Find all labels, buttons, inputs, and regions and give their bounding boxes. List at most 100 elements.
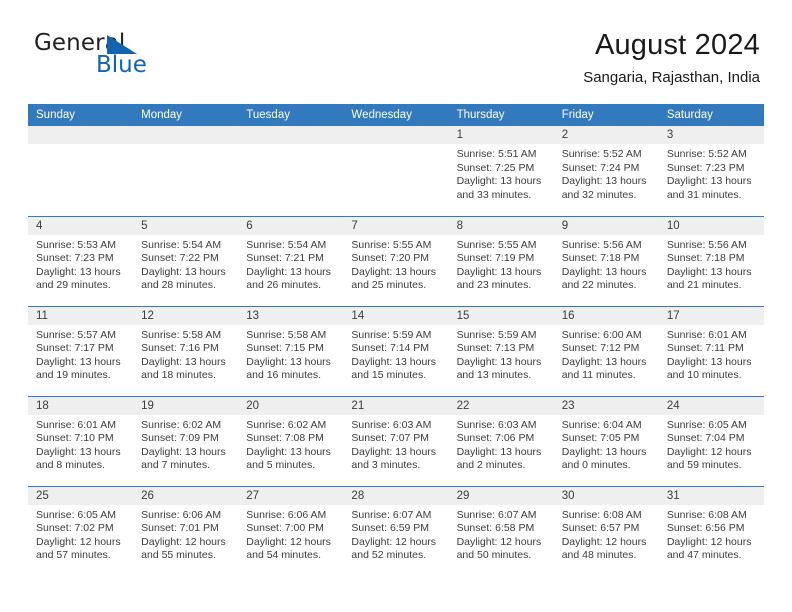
daylight-text-line2: and 55 minutes. (141, 549, 216, 562)
sunrise-text: Sunrise: 5:59 AM (456, 328, 537, 341)
weekday-header-sunday: Sunday (28, 104, 134, 126)
sunset-text: Sunset: 7:25 PM (456, 161, 535, 174)
day-number (133, 126, 239, 144)
day-number: 25 (28, 486, 134, 505)
calendar-day-cell[interactable]: 7 Sunrise: 5:55 AM Sunset: 7:20 PM Daylight… (343, 215, 449, 306)
calendar-day-cell[interactable]: 2 Sunrise: 5:52 AM Sunset: 7:24 PM Daylight… (553, 126, 659, 216)
day-number: 9 (553, 216, 659, 235)
day-details: Sunrise: 6:04 AM Sunset: 7:05 PM Daylight:… (554, 415, 659, 473)
daylight-text-line2: and 3 minutes. (351, 459, 421, 472)
calendar-day-cell[interactable]: 1 Sunrise: 5:51 AM Sunset: 7:25 PM Daylight… (448, 126, 554, 216)
day-number: 22 (448, 396, 554, 415)
daylight-text-line1: Daylight: 13 hours (561, 175, 647, 188)
daylight-text-line1: Daylight: 13 hours (456, 265, 542, 278)
calendar-day-cell[interactable]: 24 Sunrise: 6:05 AM Sunset: 7:04 PM Dayligh… (658, 395, 764, 486)
day-details: Sunrise: 5:52 AM Sunset: 7:24 PM Daylight:… (554, 144, 659, 202)
day-number: 21 (343, 396, 449, 415)
daylight-text-line2: and 10 minutes. (666, 369, 742, 382)
day-number: 1 (448, 126, 554, 144)
daylight-text-line2: and 5 minutes. (246, 459, 316, 472)
sunset-text: Sunset: 7:07 PM (351, 432, 430, 445)
calendar-day-cell[interactable]: 4 Sunrise: 5:53 AM Sunset: 7:23 PM Daylight… (28, 215, 134, 306)
calendar-day-cell[interactable]: 31 Sunrise: 6:08 AM Sunset: 6:56 PM Dayligh… (658, 485, 764, 576)
day-details: Sunrise: 6:05 AM Sunset: 7:02 PM Daylight:… (28, 505, 133, 563)
sunrise-text: Sunrise: 5:58 AM (246, 328, 327, 341)
calendar-day-cell[interactable]: 17 Sunrise: 6:01 AM Sunset: 7:11 PM Dayligh… (658, 305, 764, 396)
day-details: Sunrise: 5:58 AM Sunset: 7:16 PM Daylight:… (133, 325, 238, 383)
weekday-header-monday: Monday (133, 104, 239, 126)
sunrise-text: Sunrise: 5:56 AM (561, 238, 642, 251)
calendar-day-cell[interactable]: 3 Sunrise: 5:52 AM Sunset: 7:23 PM Daylight… (658, 126, 764, 216)
day-number: 30 (553, 486, 659, 505)
calendar-day-cell[interactable]: 16 Sunrise: 6:00 AM Sunset: 7:12 PM Dayligh… (553, 305, 659, 396)
day-details: Sunrise: 6:06 AM Sunset: 7:01 PM Daylight:… (133, 505, 238, 563)
sunset-text: Sunset: 7:21 PM (246, 252, 324, 265)
calendar-day-cell[interactable]: 27 Sunrise: 6:06 AM Sunset: 7:00 PM Dayligh… (238, 485, 344, 576)
calendar-day-cell[interactable]: 14 Sunrise: 5:59 AM Sunset: 7:14 PM Dayligh… (343, 305, 449, 396)
day-number: 23 (553, 396, 659, 415)
sunset-text: Sunset: 7:04 PM (666, 432, 745, 445)
calendar-day-cell[interactable]: 25 Sunrise: 6:05 AM Sunset: 7:02 PM Dayligh… (28, 485, 134, 576)
daylight-text-line2: and 26 minutes. (246, 279, 321, 292)
day-details: Sunrise: 5:52 AM Sunset: 7:23 PM Daylight:… (659, 144, 764, 202)
weekday-header-saturday: Saturday (658, 104, 764, 126)
sunset-text: Sunset: 7:10 PM (36, 432, 114, 445)
sunset-text: Sunset: 7:06 PM (456, 432, 535, 445)
calendar-day-cell[interactable]: 6 Sunrise: 5:54 AM Sunset: 7:21 PM Daylight… (238, 215, 344, 306)
daylight-text-line1: Daylight: 13 hours (246, 355, 331, 368)
sunrise-text: Sunrise: 6:05 AM (36, 508, 116, 521)
day-number: 7 (343, 216, 449, 235)
sunrise-text: Sunrise: 6:03 AM (351, 418, 432, 431)
calendar-day-cell[interactable]: 5 Sunrise: 5:54 AM Sunset: 7:22 PM Daylight… (133, 215, 239, 306)
sunrise-text: Sunrise: 5:56 AM (666, 238, 747, 251)
calendar-day-cell[interactable]: 21 Sunrise: 6:03 AM Sunset: 7:07 PM Dayligh… (343, 395, 449, 486)
daylight-text-line1: Daylight: 13 hours (666, 355, 752, 368)
sunrise-text: Sunrise: 6:02 AM (246, 418, 327, 431)
sunrise-text: Sunrise: 6:07 AM (456, 508, 537, 521)
calendar-day-cell[interactable]: 12 Sunrise: 5:58 AM Sunset: 7:16 PM Dayligh… (133, 305, 239, 396)
daylight-text-line2: and 22 minutes. (561, 279, 637, 292)
brand-logo[interactable]: General Blue (34, 30, 214, 84)
calendar-day-cell[interactable]: 15 Sunrise: 5:59 AM Sunset: 7:13 PM Dayligh… (448, 305, 554, 396)
calendar-day-cell[interactable]: 23 Sunrise: 6:04 AM Sunset: 7:05 PM Dayligh… (553, 395, 659, 486)
calendar-day-cell[interactable]: 20 Sunrise: 6:02 AM Sunset: 7:08 PM Dayligh… (238, 395, 344, 486)
day-number: 5 (133, 216, 239, 235)
calendar-week-row: 18 Sunrise: 6:01 AM Sunset: 7:10 PM Dayligh… (28, 395, 764, 486)
day-details: Sunrise: 6:07 AM Sunset: 6:58 PM Daylight:… (449, 505, 554, 563)
sunrise-text: Sunrise: 6:07 AM (351, 508, 432, 521)
weekday-header-thursday: Thursday (448, 104, 554, 126)
calendar-day-cell[interactable]: 11 Sunrise: 5:57 AM Sunset: 7:17 PM Dayligh… (28, 305, 134, 396)
calendar-day-cell[interactable]: 22 Sunrise: 6:03 AM Sunset: 7:06 PM Dayligh… (448, 395, 554, 486)
day-number: 28 (343, 486, 449, 505)
calendar-day-cell[interactable]: 19 Sunrise: 6:02 AM Sunset: 7:09 PM Dayligh… (133, 395, 239, 486)
day-details: Sunrise: 5:55 AM Sunset: 7:19 PM Daylight:… (449, 235, 554, 293)
sunrise-text: Sunrise: 6:06 AM (141, 508, 222, 521)
calendar-day-cell[interactable]: 9 Sunrise: 5:56 AM Sunset: 7:18 PM Daylight… (553, 215, 659, 306)
daylight-text-line2: and 11 minutes. (561, 369, 636, 382)
day-number: 8 (448, 216, 554, 235)
day-details: Sunrise: 6:05 AM Sunset: 7:04 PM Daylight:… (659, 415, 764, 473)
sunrise-text: Sunrise: 5:51 AM (456, 148, 537, 160)
calendar-day-cell[interactable]: 28 Sunrise: 6:07 AM Sunset: 6:59 PM Dayligh… (343, 485, 449, 576)
day-number (238, 126, 344, 144)
sunset-text: Sunset: 7:22 PM (141, 252, 219, 265)
calendar-day-cell[interactable]: 30 Sunrise: 6:08 AM Sunset: 6:57 PM Dayligh… (553, 485, 659, 576)
sunrise-text: Sunrise: 6:04 AM (561, 418, 642, 431)
day-number: 11 (28, 306, 134, 325)
day-number: 3 (658, 126, 764, 144)
title-block: August 2024 Sangaria, Rajasthan, India (583, 26, 760, 89)
sunset-text: Sunset: 7:09 PM (141, 432, 219, 445)
sunrise-text: Sunrise: 6:06 AM (246, 508, 327, 521)
calendar-day-cell[interactable]: 13 Sunrise: 5:58 AM Sunset: 7:15 PM Dayligh… (238, 305, 344, 396)
calendar-day-cell[interactable]: 10 Sunrise: 5:56 AM Sunset: 7:18 PM Dayligh… (658, 215, 764, 306)
calendar-day-cell[interactable]: 29 Sunrise: 6:07 AM Sunset: 6:58 PM Dayligh… (448, 485, 554, 576)
sunset-text: Sunset: 7:16 PM (141, 342, 219, 355)
calendar-day-cell[interactable]: 18 Sunrise: 6:01 AM Sunset: 7:10 PM Dayligh… (28, 395, 134, 486)
day-number: 12 (133, 306, 239, 325)
calendar-page: General Blue August 2024 Sangaria, Rajas… (0, 0, 792, 612)
day-details: Sunrise: 6:07 AM Sunset: 6:59 PM Daylight:… (343, 505, 448, 563)
daylight-text-line1: Daylight: 13 hours (456, 175, 542, 188)
day-details: Sunrise: 6:01 AM Sunset: 7:11 PM Daylight:… (659, 325, 764, 383)
calendar-day-cell[interactable]: 8 Sunrise: 5:55 AM Sunset: 7:19 PM Daylight… (448, 215, 554, 306)
calendar-day-cell[interactable]: 26 Sunrise: 6:06 AM Sunset: 7:01 PM Dayligh… (133, 485, 239, 576)
